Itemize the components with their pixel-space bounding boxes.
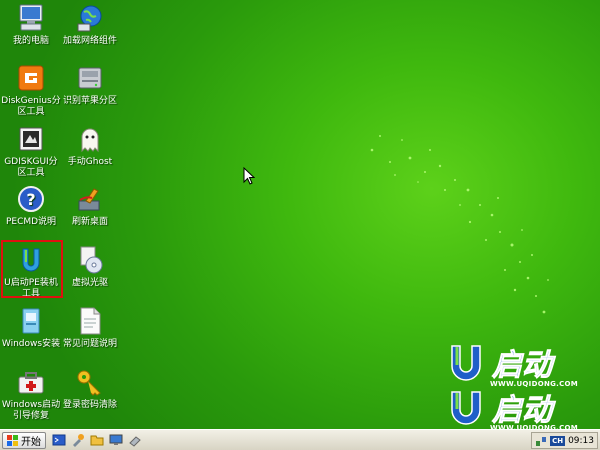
gdisk-icon [19, 127, 43, 151]
windows-setup-icon [22, 308, 40, 334]
brand-text: 启动 [492, 393, 553, 428]
eraser-icon[interactable] [128, 433, 142, 447]
brand-text: 启动 [492, 348, 553, 383]
icon-label: PECMD说明 [5, 217, 57, 227]
diskgenius-icon [18, 65, 44, 91]
icon-label: 手动Ghost [67, 157, 113, 167]
desktop-icon-windows-setup[interactable]: Windows安装 [0, 305, 62, 350]
drive-icon [78, 67, 102, 89]
desktop-icon-boot-repair[interactable]: Windows启动引导修复 [0, 366, 62, 422]
desktop-icon-virtual-cd[interactable]: 虚拟光驱 [59, 244, 121, 289]
tools-icon[interactable] [71, 433, 85, 447]
folder-icon[interactable] [90, 433, 104, 447]
desktop-icon-load-network[interactable]: 加载网络组件 [59, 2, 121, 47]
u-logo-icon [451, 391, 481, 425]
mouse-pointer-icon [243, 167, 255, 185]
icon-label: 虚拟光驱 [71, 278, 108, 288]
system-tray: CH 09:13 [531, 432, 598, 449]
network-status-icon[interactable] [535, 435, 547, 447]
start-button[interactable]: 开始 [2, 431, 46, 449]
input-method-indicator[interactable]: CH [550, 435, 566, 446]
icon-label: DiskGenius分区工具 [1, 96, 61, 117]
desktop-icon-manual-ghost[interactable]: 手动Ghost [59, 123, 121, 168]
computer-icon [19, 4, 43, 31]
icon-label: 加载网络组件 [62, 36, 117, 46]
document-icon [80, 307, 101, 335]
brand-logo-bottom: 启动 WWW.UQIDONG.COM [448, 390, 598, 429]
desktop-icon-my-computer[interactable]: 我的电脑 [0, 2, 62, 47]
selection-highlight-box [1, 240, 63, 298]
desktop: 我的电脑 DiskGenius分区工具 GDISKGUI分区工具 ? PECMD… [0, 0, 600, 429]
u-logo-icon [451, 345, 481, 381]
start-label: 开始 [21, 436, 41, 448]
key-icon [77, 370, 101, 396]
brand-url: WWW.UQIDONG.COM [490, 380, 579, 388]
icon-label: 我的电脑 [12, 36, 49, 46]
desktop-icon-refresh-desktop[interactable]: 刷新桌面 [59, 183, 121, 228]
help-icon: ? [18, 186, 44, 212]
brush-icon [78, 188, 100, 211]
icon-label: 识别苹果分区 [62, 96, 117, 106]
repair-toolbox-icon [18, 372, 44, 394]
desktop-icon-password-clear[interactable]: 登录密码清除 [59, 366, 121, 411]
icon-label: Windows启动引导修复 [1, 400, 61, 421]
icon-label: 常见问题说明 [62, 339, 117, 349]
network-globe-icon [77, 5, 102, 32]
svg-text:?: ? [26, 190, 35, 209]
icon-label: 登录密码清除 [62, 400, 117, 410]
icon-label: Windows安装 [1, 339, 61, 349]
desktop-icon-pecmd-help[interactable]: ? PECMD说明 [0, 183, 62, 228]
icon-label: GDISKGUI分区工具 [4, 157, 58, 178]
desktop-icon-faq[interactable]: 常见问题说明 [59, 305, 121, 350]
virtual-cd-icon [80, 246, 103, 274]
windows-logo-icon [7, 434, 18, 446]
monitor-icon[interactable] [109, 433, 123, 447]
ghost-icon [81, 128, 99, 153]
desktop-icon-gdiskgui[interactable]: GDISKGUI分区工具 [0, 123, 62, 179]
clock[interactable]: 09:13 [568, 436, 594, 446]
icon-label: 刷新桌面 [71, 217, 108, 227]
pecmd-icon[interactable] [52, 433, 66, 447]
quick-launch [52, 433, 142, 447]
desktop-icon-apple-partition[interactable]: 识别苹果分区 [59, 62, 121, 107]
brand-logo-top: 启动 WWW.UQIDONG.COM [448, 344, 598, 388]
taskbar: 开始 CH 09:13 [0, 429, 600, 450]
desktop-icon-diskgenius[interactable]: DiskGenius分区工具 [0, 62, 62, 118]
